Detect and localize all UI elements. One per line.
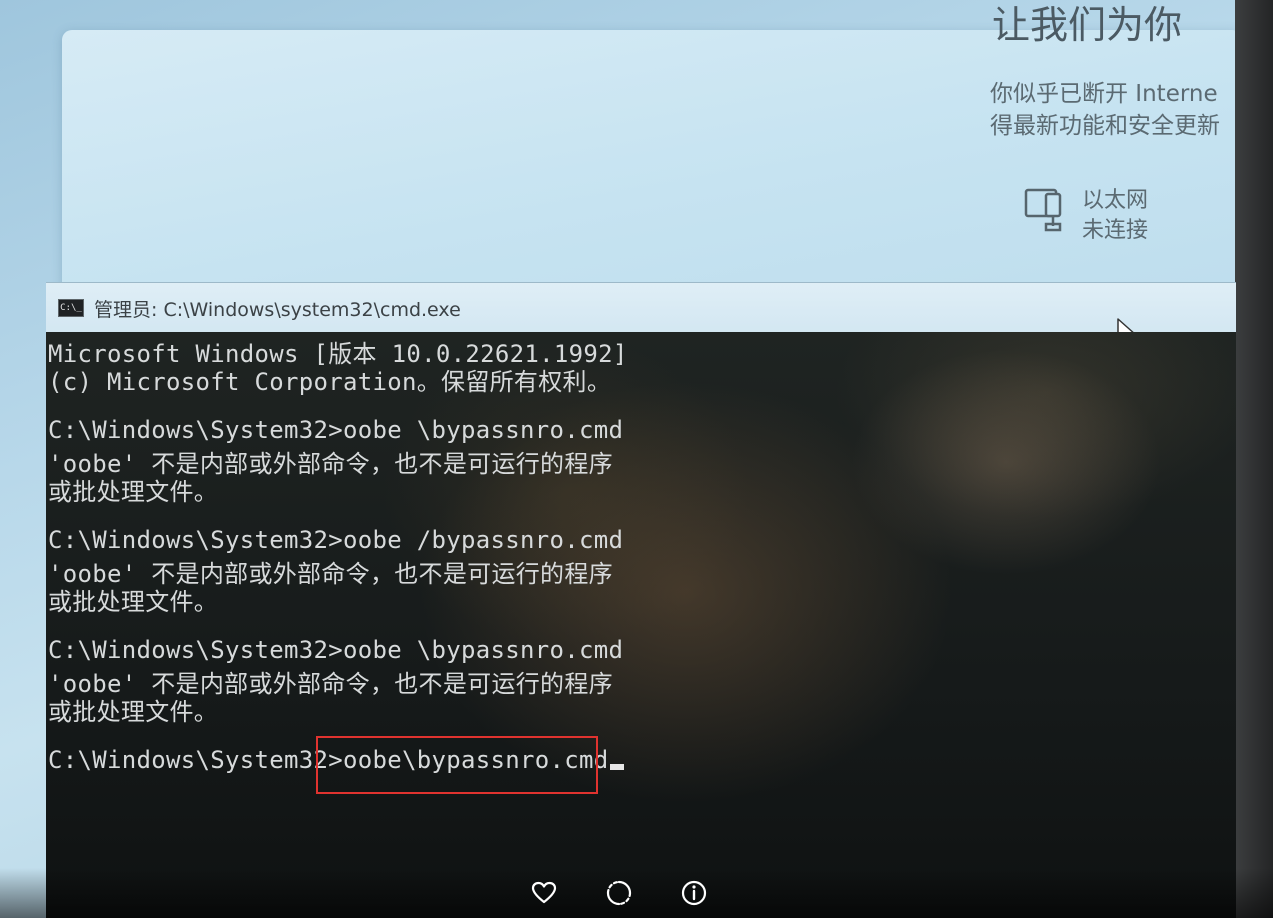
info-icon <box>681 880 707 906</box>
photo-frame-edge <box>1235 0 1273 918</box>
oobe-desc-line-2: 得最新功能和安全更新 <box>990 113 1220 139</box>
rotate-button[interactable] <box>604 878 634 908</box>
console-line: (c) Microsoft Corporation。保留所有权利。 <box>48 368 612 396</box>
cmd-app-icon: C:\_ <box>58 299 84 317</box>
info-button[interactable] <box>679 878 709 908</box>
oobe-description: 你似乎已断开 Interne 得最新功能和安全更新 <box>990 78 1220 142</box>
red-highlight-annotation <box>316 736 598 794</box>
cmd-window[interactable]: C:\_ 管理员: C:\Windows\system32\cmd.exe Mi… <box>46 282 1236 918</box>
oobe-desc-line-1: 你似乎已断开 Interne <box>990 81 1218 107</box>
console-line: C:\Windows\System32>oobe \bypassnro.cmd <box>48 416 624 444</box>
ethernet-connection-status: 未连接 <box>1082 218 1149 243</box>
heart-icon <box>531 881 557 904</box>
console-line: 或批处理文件。 <box>48 588 219 616</box>
console-line: 或批处理文件。 <box>48 478 219 506</box>
rotate-icon <box>606 880 632 906</box>
ethernet-text: 以太网 未连接 <box>1082 186 1148 246</box>
console-prompt: C:\Windows\System32> <box>48 746 343 774</box>
viewer-toolbar <box>0 868 1273 918</box>
console-line: C:\Windows\System32>oobe /bypassnro.cmd <box>48 526 624 554</box>
console-line: C:\Windows\System32>oobe \bypassnro.cmd <box>48 636 624 664</box>
favorite-button[interactable] <box>529 878 559 908</box>
cmd-titlebar[interactable]: C:\_ 管理员: C:\Windows\system32\cmd.exe <box>46 282 1236 348</box>
cmd-console[interactable]: Microsoft Windows [版本 10.0.22621.1992] (… <box>46 332 1236 918</box>
ethernet-icon <box>1024 188 1062 232</box>
photo-viewer: 让我们为你 你似乎已断开 Interne 得最新功能和安全更新 以太网 未连接 … <box>0 0 1273 918</box>
text-cursor <box>610 764 625 770</box>
ethernet-label: 以太网 <box>1082 188 1149 213</box>
cmd-window-title: 管理员: C:\Windows\system32\cmd.exe <box>94 298 461 321</box>
ethernet-status[interactable]: 以太网 未连接 <box>1020 186 1148 246</box>
console-line: 或批处理文件。 <box>48 698 219 726</box>
oobe-title: 让我们为你 <box>992 3 1183 47</box>
